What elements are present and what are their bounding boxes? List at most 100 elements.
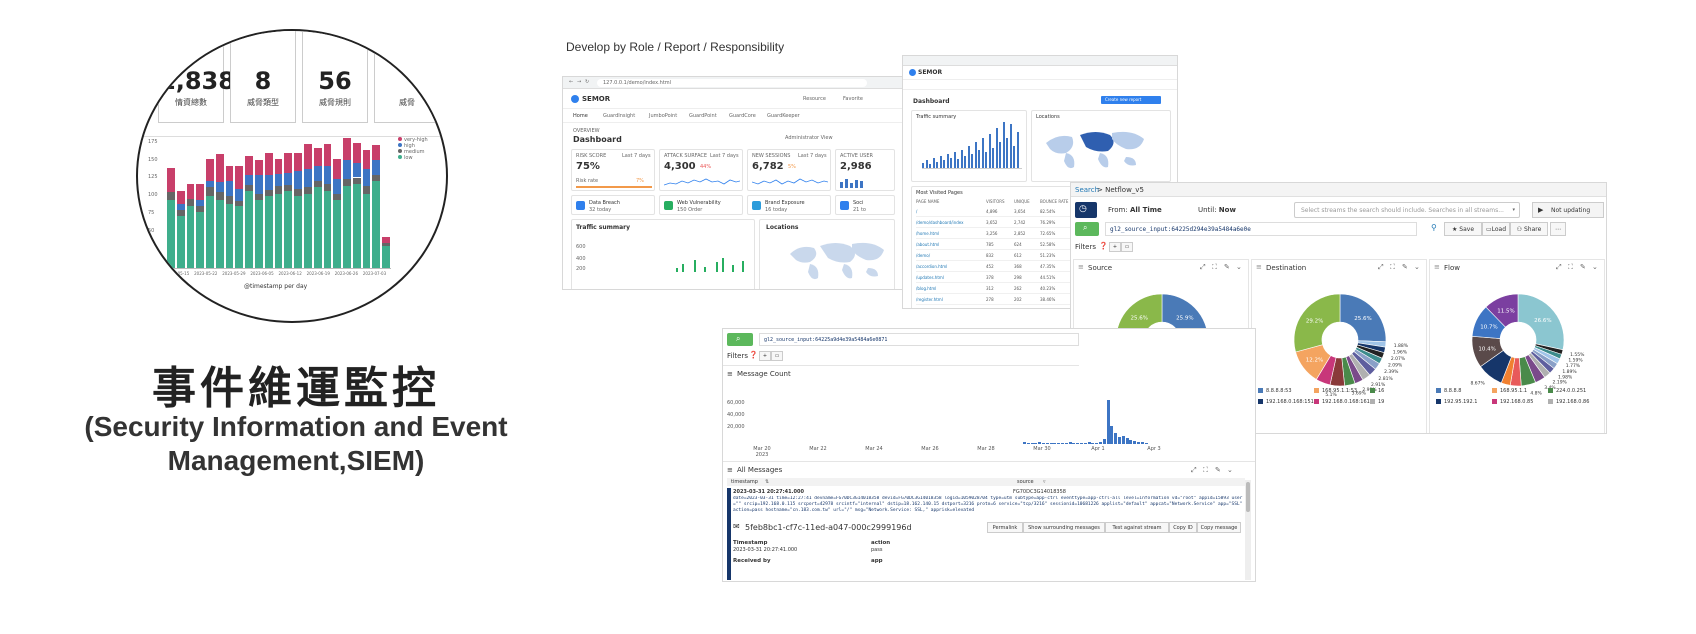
nav-guardkeeper[interactable]: GuardKeeper xyxy=(767,113,800,119)
search-button[interactable]: ⌕ xyxy=(1075,222,1099,236)
legend-item[interactable]: 192.168.0.85 xyxy=(1492,399,1533,405)
message-body[interactable]: date=2023-03-31 time=12:27:41 devname=FG… xyxy=(733,496,1243,520)
forward-icon[interactable]: → xyxy=(577,79,581,85)
filter-icon[interactable]: ▿ xyxy=(1043,479,1046,485)
surrounding-messages-button[interactable]: Show surrounding messages xyxy=(1023,522,1105,533)
address-bar[interactable]: 127.0.0.1/demo/index.html xyxy=(597,79,867,87)
column-header[interactable]: source xyxy=(1017,479,1034,485)
nav-home[interactable]: Home xyxy=(573,113,588,119)
table-row[interactable]: /register.html 278 202 38.46% xyxy=(916,295,1078,305)
legend-item[interactable]: 224.0.0.251 xyxy=(1548,388,1586,394)
scrollbar[interactable] xyxy=(1245,480,1251,580)
alert-card[interactable]: Soci 21 to xyxy=(835,195,895,215)
table-row[interactable]: / 4,896 3,654 82.54% xyxy=(916,207,1078,217)
column-header[interactable]: BOUNCE RATE xyxy=(1040,199,1068,204)
kpi-range[interactable]: Last 7 days xyxy=(710,153,739,159)
fullscreen-icon[interactable]: ⛶ xyxy=(1390,263,1395,272)
legend-item[interactable]: 19 xyxy=(1370,399,1384,405)
copy-message-button[interactable]: Copy message xyxy=(1197,522,1241,533)
nav-jumbopoint[interactable]: JumboPoint xyxy=(649,113,677,119)
table-row[interactable]: /about.html 785 624 52.58% xyxy=(916,240,1078,250)
edit-icon[interactable]: ✎ xyxy=(1215,466,1221,474)
chevron-down-icon[interactable]: ⌄ xyxy=(1592,263,1598,271)
expand-icon[interactable]: ⤢ xyxy=(1556,263,1562,272)
table-row[interactable]: /home.html 3,256 2,852 72.65% xyxy=(916,229,1078,239)
legend-item[interactable]: 8.8.8.8:53 xyxy=(1258,388,1292,394)
nav-guardcore[interactable]: GuardCore xyxy=(729,113,756,119)
back-icon[interactable]: ← xyxy=(569,79,573,85)
chevron-down-icon[interactable]: ⌄ xyxy=(1236,263,1242,271)
query-input[interactable]: gl2_source_input:64225a9d4e39a5484a6e087… xyxy=(759,333,1079,346)
table-row[interactable]: /accordion.html 452 368 47.35% xyxy=(916,262,1078,272)
grip-icon[interactable]: ≡ xyxy=(1256,263,1262,271)
edit-icon[interactable]: ✎ xyxy=(1402,263,1408,271)
breadcrumb-search[interactable]: Search xyxy=(1075,186,1099,194)
alert-card[interactable]: Data Breach 32 today xyxy=(571,195,655,215)
legend-item[interactable]: 192.95.192.1 xyxy=(1436,399,1477,405)
permalink-button[interactable]: Permalink xyxy=(987,522,1023,533)
column-header[interactable]: UNIQUE xyxy=(1014,199,1030,204)
chevron-down-icon[interactable]: ⌄ xyxy=(1414,263,1420,271)
filter-folder-button[interactable]: ▭ xyxy=(771,351,783,361)
add-filter-button[interactable]: + xyxy=(759,351,771,361)
sort-icon[interactable]: ⇅ xyxy=(765,479,769,485)
until-field[interactable]: Until: Now xyxy=(1198,206,1236,214)
favorite-link[interactable]: Favorite xyxy=(843,96,863,102)
fullscreen-icon[interactable]: ⛶ xyxy=(1203,466,1208,475)
message-source[interactable]: FG70DC3G14018358 xyxy=(1013,489,1066,495)
legend-item[interactable]: 16 xyxy=(1370,388,1384,394)
fullscreen-icon[interactable]: ⛶ xyxy=(1212,263,1217,272)
test-stream-button[interactable]: Test against stream xyxy=(1105,522,1169,533)
from-field[interactable]: From: All Time xyxy=(1108,206,1162,214)
load-button[interactable]: ▭Load xyxy=(1482,222,1510,236)
edit-icon[interactable]: ✎ xyxy=(1224,263,1230,271)
pin-icon[interactable]: ⚲ xyxy=(1431,223,1437,232)
save-button[interactable]: ★ Save xyxy=(1444,222,1482,236)
grip-icon[interactable]: ≡ xyxy=(1434,263,1440,271)
expand-icon[interactable]: ⤢ xyxy=(1200,263,1206,272)
grip-icon[interactable]: ≡ xyxy=(727,466,733,474)
kpi-range[interactable]: Last 7 days xyxy=(798,153,827,159)
legend-item[interactable]: 192.168.0.168:1514 xyxy=(1258,399,1317,405)
time-range-button[interactable]: ◷ xyxy=(1075,202,1097,218)
add-filter-button[interactable]: + xyxy=(1109,242,1121,252)
help-icon[interactable]: ❓ xyxy=(749,351,758,359)
legend-item[interactable]: 168.95.1.1 xyxy=(1492,388,1527,394)
scrollbar-thumb[interactable] xyxy=(1246,482,1250,512)
fullscreen-icon[interactable]: ⛶ xyxy=(1568,263,1573,272)
table-row[interactable]: /updates.html 378 298 44.51% xyxy=(916,273,1078,283)
alert-card[interactable]: Brand Exposure 16 today xyxy=(747,195,831,215)
kpi-range[interactable]: Last 7 days xyxy=(622,153,651,159)
column-header[interactable]: PAGE NAME xyxy=(916,199,939,204)
grip-icon[interactable]: ≡ xyxy=(1078,263,1084,271)
edit-icon[interactable]: ✎ xyxy=(1580,263,1586,271)
alert-card[interactable]: Web Vulnerability 150 Order xyxy=(659,195,743,215)
grip-icon[interactable]: ≡ xyxy=(727,370,733,378)
chevron-down-icon[interactable]: ⌄ xyxy=(1227,466,1233,474)
nav-guardinsight[interactable]: GuardInsight xyxy=(603,113,635,119)
stream-select[interactable]: Select streams the search should include… xyxy=(1294,202,1520,218)
table-row[interactable]: /blog.html 312 262 40.23% xyxy=(916,284,1078,294)
create-report-button[interactable]: Create new report xyxy=(1101,96,1161,104)
table-row[interactable]: /demo/832 612 51.23% xyxy=(916,251,1078,261)
more-button[interactable]: ⋯ xyxy=(1550,222,1566,236)
legend-item[interactable]: 168.95.1.1:53 xyxy=(1314,388,1357,394)
table-row[interactable]: /demo/dashboard/index 3,652 2,742 76.29% xyxy=(916,218,1078,228)
column-header[interactable]: timestamp xyxy=(731,479,758,485)
share-button[interactable]: ⚇ Share xyxy=(1510,222,1548,236)
expand-icon[interactable]: ⤢ xyxy=(1191,466,1197,475)
filter-folder-button[interactable]: ▭ xyxy=(1121,242,1133,252)
query-input[interactable]: gl2_source_input:64225d294e39a5484a6e0e xyxy=(1105,222,1417,236)
legend-item[interactable]: 8.8.8.8 xyxy=(1436,388,1462,394)
legend-item[interactable]: 192.168.0.86 xyxy=(1548,399,1589,405)
search-button[interactable]: ⌕ xyxy=(727,333,753,346)
reload-icon[interactable]: ↻ xyxy=(585,79,589,85)
legend-item[interactable]: 192.168.0.168:161 xyxy=(1314,399,1370,405)
refresh-toggle[interactable]: ▶ Not updating xyxy=(1532,202,1604,218)
column-header[interactable]: VISITORS xyxy=(986,199,1005,204)
copy-id-button[interactable]: Copy ID xyxy=(1169,522,1197,533)
resource-link[interactable]: Resource xyxy=(803,96,826,102)
nav-guardpoint[interactable]: GuardPoint xyxy=(689,113,717,119)
message-timestamp[interactable]: 2023-03-31 20:27:41.000 xyxy=(733,489,804,495)
help-icon[interactable]: ❓ xyxy=(1099,242,1108,250)
